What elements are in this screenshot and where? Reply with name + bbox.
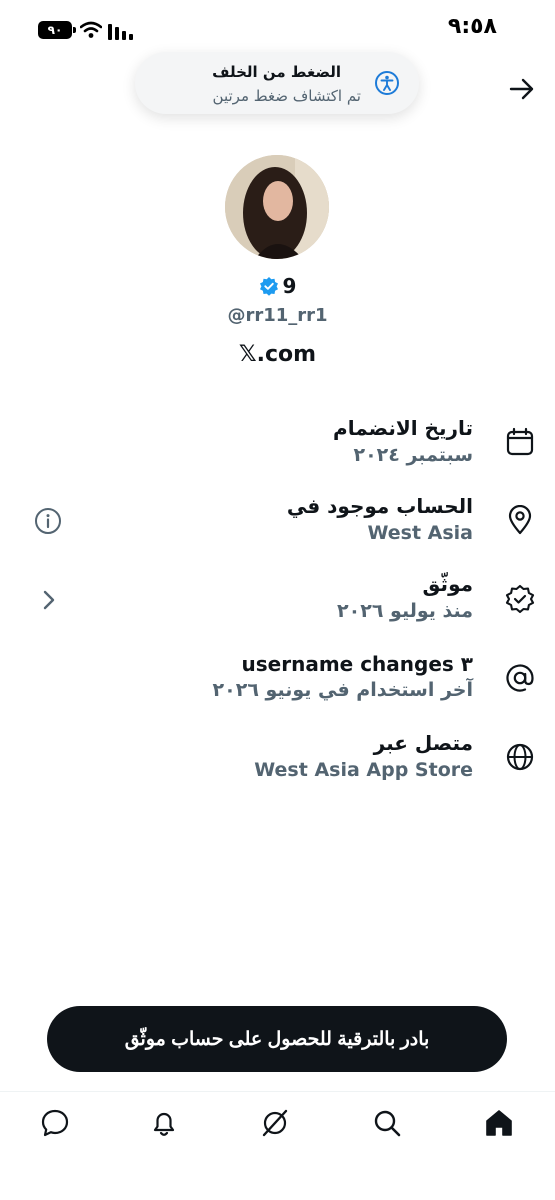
connected-via-value: West Asia App Store (254, 759, 473, 781)
join-date-value: سبتمبر ٢٠٢٤ (353, 444, 473, 466)
calendar-icon (506, 427, 534, 456)
profile-handle: @rr11_rr1 (227, 305, 328, 326)
toast-title: الضغط من الخلف (212, 63, 341, 81)
upgrade-verified-button[interactable]: بادر بالترقية للحصول على حساب موثّق (47, 1006, 507, 1072)
verified-title: موثّق (422, 572, 473, 596)
signal-icon (108, 24, 133, 40)
globe-icon (506, 743, 534, 771)
verified-since-value: منذ يوليو ٢٠٢٦ (337, 600, 473, 622)
profile-site[interactable]: 𝕏.com (0, 342, 555, 367)
at-sign-icon (506, 664, 534, 692)
info-icon[interactable] (34, 507, 62, 535)
grok-tab-icon[interactable] (260, 1108, 290, 1138)
chevron-right-icon[interactable] (34, 586, 62, 614)
status-time: ٩:٥٨ (447, 14, 497, 39)
home-tab-icon[interactable] (484, 1108, 514, 1138)
notifications-tab-icon[interactable] (149, 1108, 179, 1138)
toast-subtitle: تم اكتشاف ضغط مرتين (212, 87, 361, 105)
tab-bar-divider (0, 1091, 555, 1092)
battery-level: ٩٠ (47, 23, 63, 37)
username-changes-value: آخر استخدام في يونيو ٢٠٢٦ (212, 679, 473, 701)
back-tap-toast: الضغط من الخلف تم اكتشاف ضغط مرتين (135, 52, 419, 114)
battery-icon: ٩٠ (38, 21, 76, 39)
messages-tab-icon[interactable] (40, 1108, 70, 1138)
profile-name-row: 9 (0, 274, 555, 298)
search-tab-icon[interactable] (372, 1108, 402, 1138)
account-location-value: West Asia (367, 522, 473, 544)
verified-badge-icon (259, 277, 278, 296)
profile-name: 9 (282, 274, 297, 298)
avatar[interactable] (225, 155, 329, 259)
verified-outline-icon (505, 584, 535, 614)
wifi-icon (80, 21, 102, 38)
username-changes-title: ٣ username changes (241, 652, 473, 676)
connected-via-title: متصل عبر (373, 731, 473, 755)
join-date-title: تاريخ الانضمام (333, 416, 473, 440)
avatar-photo (225, 155, 329, 259)
accessibility-icon (375, 71, 399, 95)
back-arrow-icon[interactable] (509, 78, 535, 100)
location-pin-icon (508, 505, 532, 535)
account-location-title: الحساب موجود في (286, 494, 473, 518)
